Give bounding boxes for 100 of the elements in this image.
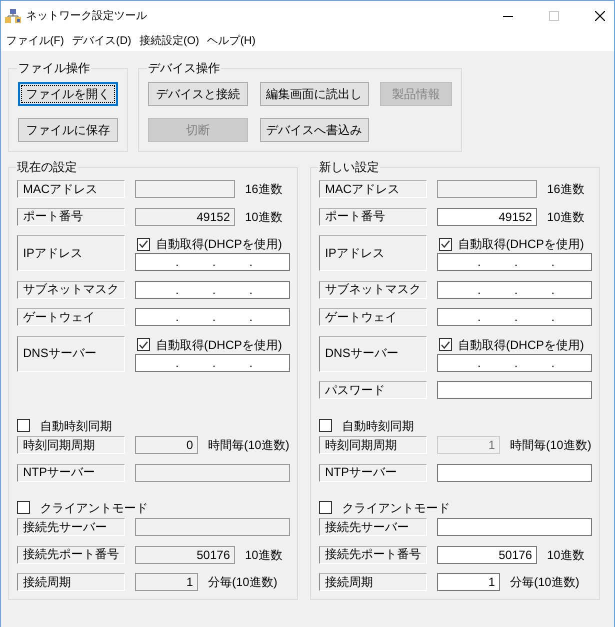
menu-item[interactable]: 接続設定(O) bbox=[135, 32, 204, 50]
unit-label: 10進数 bbox=[547, 546, 584, 562]
ip-address-field[interactable]: . . . bbox=[437, 280, 592, 298]
ip-address-field[interactable]: . . . bbox=[135, 280, 290, 298]
unit-label: 時間毎(10進数) bbox=[208, 437, 290, 453]
text-field[interactable]: 49152 bbox=[135, 208, 235, 226]
unit-label: 時間毎(10進数) bbox=[510, 437, 592, 453]
unit-label: 16進数 bbox=[245, 181, 282, 197]
action-button[interactable]: デバイスへ書込み bbox=[260, 118, 368, 142]
ip-separator: . bbox=[176, 282, 179, 296]
checkbox[interactable] bbox=[17, 419, 30, 432]
ip-separator: . bbox=[478, 255, 481, 269]
text-field[interactable] bbox=[135, 518, 290, 536]
field-label: サブネットマスク bbox=[319, 280, 427, 298]
ip-separator: . bbox=[551, 255, 555, 269]
text-field[interactable]: 0 bbox=[135, 436, 198, 454]
field-label: ポート番号 bbox=[17, 208, 125, 226]
maximize-icon bbox=[549, 11, 559, 21]
field-label: ゲートウェイ bbox=[319, 308, 427, 326]
ip-separator: . bbox=[176, 255, 179, 269]
action-button[interactable]: ファイルを開く bbox=[18, 82, 118, 106]
unit-label: 16進数 bbox=[547, 181, 584, 197]
field-label: 接続先サーバー bbox=[17, 518, 125, 536]
ip-separator: . bbox=[551, 310, 555, 324]
ip-separator: . bbox=[478, 282, 481, 296]
text-field[interactable]: 1 bbox=[437, 573, 500, 591]
field-label: 時刻同期周期 bbox=[319, 436, 427, 454]
ip-address-field[interactable]: . . . bbox=[437, 253, 592, 271]
field-label: 時刻同期周期 bbox=[17, 436, 125, 454]
field-label: IPアドレス bbox=[319, 235, 427, 271]
field-label: 接続先ポート番号 bbox=[319, 546, 427, 564]
ip-address-field[interactable]: . . . bbox=[135, 308, 290, 326]
ip-separator: . bbox=[249, 356, 253, 370]
field-label: DNSサーバー bbox=[17, 336, 125, 372]
menu-item[interactable]: ヘルプ(H) bbox=[203, 32, 260, 50]
field-label: ポート番号 bbox=[319, 208, 427, 226]
checkbox[interactable] bbox=[319, 501, 332, 514]
checkbox-label[interactable]: 自動取得(DHCPを使用) bbox=[458, 236, 584, 252]
checkbox[interactable] bbox=[137, 338, 150, 351]
text-field[interactable] bbox=[135, 464, 290, 482]
text-field[interactable]: 1 bbox=[135, 573, 198, 591]
checkmark-icon bbox=[139, 240, 148, 248]
network-icon bbox=[5, 9, 21, 23]
window-title: ネットワーク設定ツール bbox=[26, 9, 147, 23]
ip-separator: . bbox=[478, 356, 481, 370]
ip-separator: . bbox=[212, 310, 216, 324]
unit-label: 10進数 bbox=[547, 208, 584, 224]
ip-separator: . bbox=[249, 255, 253, 269]
ip-separator: . bbox=[212, 282, 216, 296]
field-label: 接続周期 bbox=[17, 573, 125, 591]
unit-label: 分毎(10進数) bbox=[510, 574, 580, 590]
field-label: 接続先ポート番号 bbox=[17, 546, 125, 564]
menu-item[interactable]: デバイス(D) bbox=[68, 32, 136, 50]
ip-separator: . bbox=[514, 282, 518, 296]
checkbox-label[interactable]: 自動時刻同期 bbox=[342, 418, 414, 434]
checkbox-label[interactable]: 自動取得(DHCPを使用) bbox=[156, 336, 282, 352]
text-field[interactable] bbox=[135, 180, 235, 198]
field-label: NTPサーバー bbox=[319, 464, 427, 482]
checkbox-label[interactable]: クライアントモード bbox=[40, 500, 148, 516]
field-label: 接続先サーバー bbox=[319, 518, 427, 536]
action-button[interactable]: 編集画面に読出し bbox=[260, 82, 368, 106]
ip-separator: . bbox=[176, 310, 179, 324]
ip-separator: . bbox=[249, 282, 253, 296]
ip-address-field[interactable]: . . . bbox=[437, 354, 592, 372]
field-label: IPアドレス bbox=[17, 235, 125, 271]
menu-item[interactable]: ファイル(F) bbox=[2, 32, 68, 50]
checkbox-label[interactable]: 自動時刻同期 bbox=[40, 418, 112, 434]
checkmark-icon bbox=[441, 240, 450, 248]
ip-address-field[interactable]: . . . bbox=[135, 354, 290, 372]
ip-address-field[interactable]: . . . bbox=[437, 308, 592, 326]
text-field[interactable]: 50176 bbox=[135, 546, 235, 564]
text-field[interactable] bbox=[437, 180, 537, 198]
text-field[interactable]: 49152 bbox=[437, 208, 537, 226]
field-label: パスワード bbox=[319, 381, 427, 399]
action-button[interactable]: デバイスと接続 bbox=[148, 82, 248, 106]
text-field[interactable] bbox=[437, 381, 592, 399]
checkbox[interactable] bbox=[439, 338, 452, 351]
ip-separator: . bbox=[478, 310, 481, 324]
text-field[interactable]: 50176 bbox=[437, 546, 537, 564]
checkbox-label[interactable]: クライアントモード bbox=[342, 500, 450, 516]
group-title: ファイル操作 bbox=[17, 60, 91, 76]
checkbox-label[interactable]: 自動取得(DHCPを使用) bbox=[156, 236, 282, 252]
ip-separator: . bbox=[514, 356, 518, 370]
checkmark-icon bbox=[139, 340, 148, 348]
checkbox[interactable] bbox=[319, 419, 332, 432]
checkbox[interactable] bbox=[17, 501, 30, 514]
field-label: DNSサーバー bbox=[319, 336, 427, 372]
ip-separator: . bbox=[551, 282, 555, 296]
ip-separator: . bbox=[514, 255, 518, 269]
ip-separator: . bbox=[212, 255, 216, 269]
text-field[interactable] bbox=[437, 464, 592, 482]
checkbox[interactable] bbox=[137, 238, 150, 250]
checkbox[interactable] bbox=[439, 238, 452, 250]
unit-label: 分毎(10進数) bbox=[208, 574, 278, 590]
ip-address-field[interactable]: . . . bbox=[135, 253, 290, 271]
text-field[interactable] bbox=[437, 518, 592, 536]
ip-separator: . bbox=[176, 356, 179, 370]
ip-separator: . bbox=[212, 356, 216, 370]
action-button[interactable]: ファイルに保存 bbox=[18, 118, 118, 142]
checkbox-label[interactable]: 自動取得(DHCPを使用) bbox=[458, 336, 584, 352]
